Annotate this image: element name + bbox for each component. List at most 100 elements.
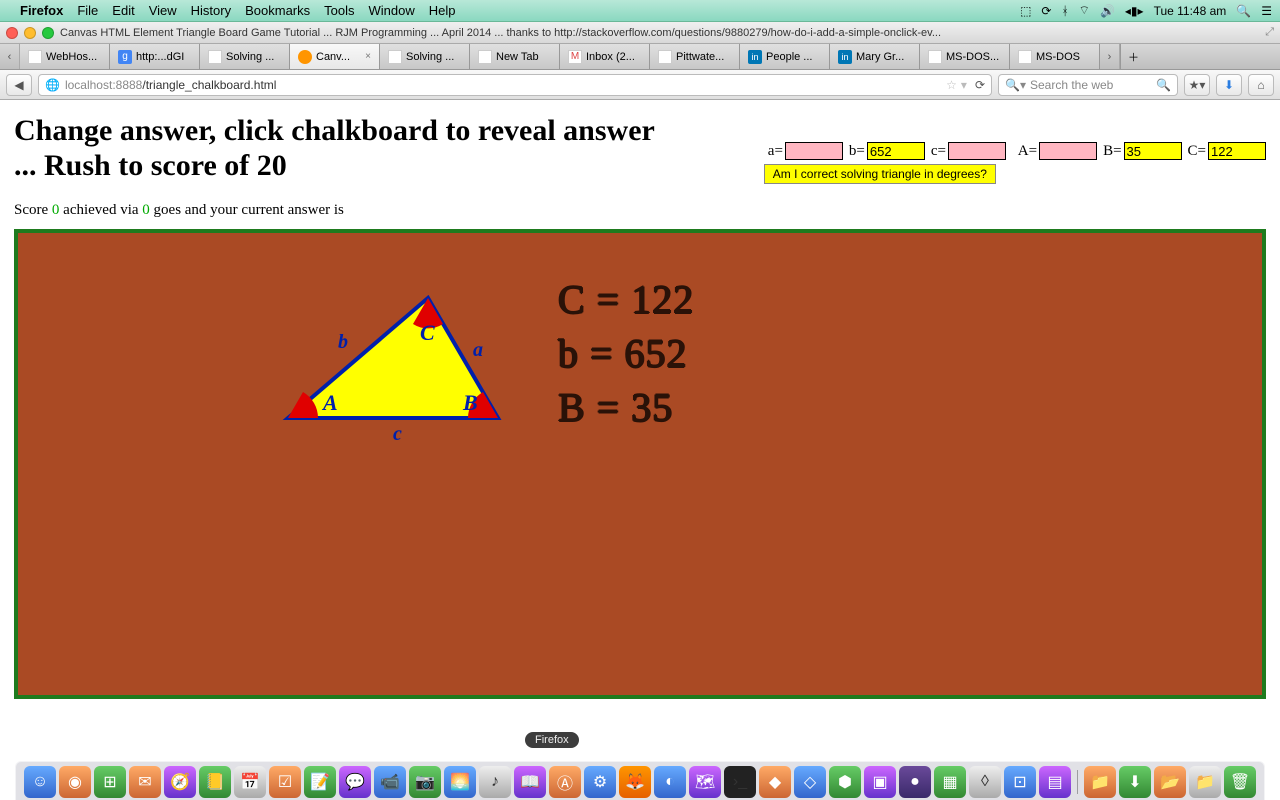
- fullscreen-icon[interactable]: ⤢: [1265, 26, 1274, 39]
- dock-app-icon[interactable]: ▦: [934, 766, 966, 798]
- menu-window[interactable]: Window: [369, 3, 415, 18]
- dock-messages-icon[interactable]: 💬: [339, 766, 371, 798]
- menu-help[interactable]: Help: [429, 3, 456, 18]
- page-content: Change answer, click chalkboard to revea…: [0, 100, 1280, 742]
- clock[interactable]: Tue 11:48 am: [1154, 4, 1227, 18]
- input-upper-c[interactable]: [1208, 142, 1266, 160]
- close-window-button[interactable]: [6, 27, 18, 39]
- dock-app-icon[interactable]: ▤: [1039, 766, 1071, 798]
- tab-label: MS-DOS: [1036, 51, 1080, 63]
- menu-file[interactable]: File: [77, 3, 98, 18]
- chalkboard-canvas[interactable]: A B C b a c C = 122 b = 652 B = 35: [14, 229, 1266, 699]
- dropdown-icon[interactable]: ▾: [961, 78, 967, 92]
- input-a[interactable]: [785, 142, 843, 160]
- dock-photobooth-icon[interactable]: 📷: [409, 766, 441, 798]
- home-button[interactable]: ⌂: [1248, 74, 1274, 96]
- dock-iphoto-icon[interactable]: 🌅: [444, 766, 476, 798]
- tab-solving2[interactable]: Solving ...: [380, 44, 470, 69]
- dock-folder-icon[interactable]: 📁: [1189, 766, 1221, 798]
- tab-msdos2[interactable]: MS-DOS: [1010, 44, 1100, 69]
- dock-folder-icon[interactable]: 📁: [1084, 766, 1116, 798]
- reload-button[interactable]: ⟳: [975, 78, 985, 92]
- input-upper-b[interactable]: [1124, 142, 1182, 160]
- favicon-icon: [388, 50, 402, 64]
- bluetooth-icon[interactable]: ᚼ: [1061, 4, 1068, 18]
- dock-appstore-icon[interactable]: Ⓐ: [549, 766, 581, 798]
- back-button[interactable]: ◀: [6, 74, 32, 96]
- tab-scroll-right[interactable]: ›: [1100, 44, 1120, 69]
- bookmarks-button[interactable]: ★▾: [1184, 74, 1210, 96]
- spotlight-icon[interactable]: 🔍: [1236, 4, 1251, 18]
- dock-reminders-icon[interactable]: ☑: [269, 766, 301, 798]
- dock-app-icon[interactable]: ◇: [794, 766, 826, 798]
- search-icon: 🔍▾: [1005, 78, 1026, 92]
- tab-scroll-left[interactable]: ‹: [0, 44, 20, 69]
- dock-folder-icon[interactable]: 📂: [1154, 766, 1186, 798]
- app-name[interactable]: Firefox: [20, 3, 63, 18]
- dock-dashboard-icon[interactable]: ◉: [59, 766, 91, 798]
- dropbox-icon[interactable]: ⬚: [1020, 4, 1031, 18]
- dock-app-icon[interactable]: ⊡: [1004, 766, 1036, 798]
- dock-ibooks-icon[interactable]: 📖: [514, 766, 546, 798]
- menu-edit[interactable]: Edit: [112, 3, 134, 18]
- dock-notes-icon[interactable]: 📝: [304, 766, 336, 798]
- notifications-icon[interactable]: ☰: [1261, 4, 1272, 18]
- dock-app-icon[interactable]: ◊: [969, 766, 1001, 798]
- tab-newtab[interactable]: New Tab: [470, 44, 560, 69]
- tab-mary[interactable]: inMary Gr...: [830, 44, 920, 69]
- dock-eclipse-icon[interactable]: ●: [899, 766, 931, 798]
- new-tab-button[interactable]: ＋: [1120, 44, 1146, 69]
- dock-downloads-icon[interactable]: ⬇: [1119, 766, 1151, 798]
- menu-history[interactable]: History: [191, 3, 231, 18]
- tab-inbox[interactable]: MInbox (2...: [560, 44, 650, 69]
- input-upper-a[interactable]: [1039, 142, 1097, 160]
- dock-app-icon[interactable]: ◆: [759, 766, 791, 798]
- downloads-button[interactable]: ⬇: [1216, 74, 1242, 96]
- address-bar[interactable]: 🌐 localhost:8888/triangle_chalkboard.htm…: [38, 74, 992, 96]
- input-c[interactable]: [948, 142, 1006, 160]
- dock-itunes-icon[interactable]: ♪: [479, 766, 511, 798]
- close-tab-icon[interactable]: ×: [365, 51, 371, 62]
- menu-view[interactable]: View: [149, 3, 177, 18]
- dock-calendar-icon[interactable]: 📅: [234, 766, 266, 798]
- tab-webhost[interactable]: WebHos...: [20, 44, 110, 69]
- search-bar[interactable]: 🔍▾ Search the web 🔍: [998, 74, 1178, 96]
- tab-canvas[interactable]: Canv...×: [290, 44, 380, 69]
- tab-solving1[interactable]: Solving ...: [200, 44, 290, 69]
- dock-launchpad-icon[interactable]: ⊞: [94, 766, 126, 798]
- check-answer-button[interactable]: Am I correct solving triangle in degrees…: [764, 164, 996, 184]
- search-go-icon[interactable]: 🔍: [1156, 78, 1171, 92]
- dock-mail-icon[interactable]: ✉: [129, 766, 161, 798]
- favicon-icon: [928, 50, 942, 64]
- tab-pittwater[interactable]: Pittwate...: [650, 44, 740, 69]
- dock-app-icon[interactable]: ▣: [864, 766, 896, 798]
- minimize-window-button[interactable]: [24, 27, 36, 39]
- dock-app-icon[interactable]: ⬢: [829, 766, 861, 798]
- volume-icon[interactable]: 🔊: [1100, 4, 1115, 18]
- battery-icon[interactable]: ◂▮▸: [1125, 4, 1144, 18]
- tab-msdos1[interactable]: MS-DOS...: [920, 44, 1010, 69]
- dock-contacts-icon[interactable]: 📒: [199, 766, 231, 798]
- menu-bookmarks[interactable]: Bookmarks: [245, 3, 310, 18]
- dock-chrome-icon[interactable]: ◐: [654, 766, 686, 798]
- dock-finder-icon[interactable]: ☺: [24, 766, 56, 798]
- sync-icon[interactable]: ⟳: [1041, 4, 1051, 18]
- favicon-icon: [658, 50, 672, 64]
- dock-safari-icon[interactable]: 🧭: [164, 766, 196, 798]
- dock-trash-icon[interactable]: 🗑: [1224, 766, 1256, 798]
- side-b-label: b: [338, 331, 348, 353]
- wifi-icon[interactable]: ⌔: [1079, 3, 1090, 18]
- menu-tools[interactable]: Tools: [324, 3, 354, 18]
- dock-preferences-icon[interactable]: ⚙: [584, 766, 616, 798]
- favicon-icon: [208, 50, 222, 64]
- dock-firefox-icon[interactable]: 🦊: [619, 766, 651, 798]
- dock-maps-icon[interactable]: 🗺: [689, 766, 721, 798]
- tab-google[interactable]: ghttp:...dGI: [110, 44, 200, 69]
- tab-label: People ...: [766, 51, 812, 63]
- bookmark-star-icon[interactable]: ☆: [946, 78, 957, 92]
- zoom-window-button[interactable]: [42, 27, 54, 39]
- tab-people[interactable]: inPeople ...: [740, 44, 830, 69]
- dock-facetime-icon[interactable]: 📹: [374, 766, 406, 798]
- input-b[interactable]: [867, 142, 925, 160]
- dock-terminal-icon[interactable]: ›_: [724, 766, 756, 798]
